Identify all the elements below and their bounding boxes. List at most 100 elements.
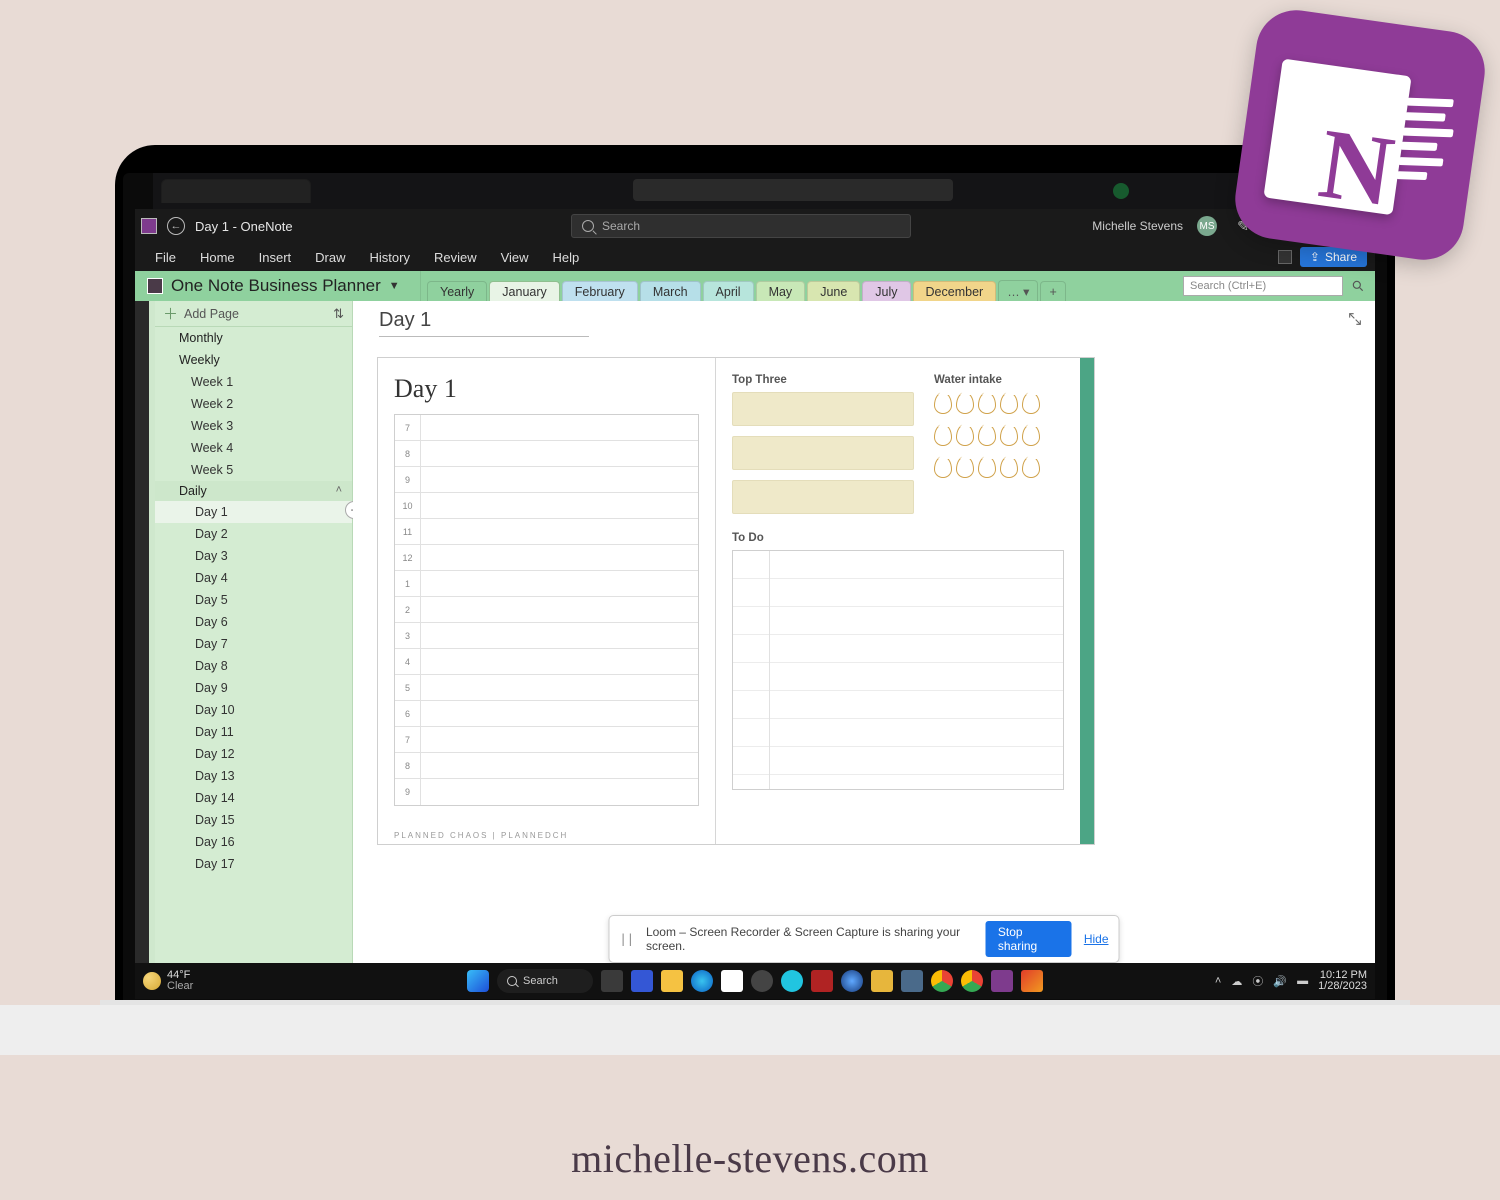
app-icon-4[interactable]: [811, 970, 833, 992]
page-day-9[interactable]: Day 9: [155, 677, 352, 699]
top-three-3[interactable]: [732, 480, 914, 514]
expand-canvas-icon[interactable]: [1347, 311, 1363, 327]
page-week-4[interactable]: Week 4: [155, 437, 352, 459]
pause-icon[interactable]: ||: [620, 932, 634, 946]
tab-june[interactable]: June: [807, 281, 860, 302]
taskbar-clock[interactable]: 10:12 PM 1/28/2023: [1318, 970, 1367, 992]
hide-share-bar-link[interactable]: Hide: [1084, 932, 1109, 946]
schedule-row[interactable]: 1: [395, 571, 698, 597]
water-drop-icon[interactable]: [1000, 392, 1018, 414]
tab-july[interactable]: July: [862, 281, 910, 302]
schedule-row[interactable]: 7: [395, 727, 698, 753]
menu-file[interactable]: File: [143, 246, 188, 269]
page-group-daily[interactable]: Daily˄: [155, 481, 352, 501]
page-canvas[interactable]: Day 1 Day 1 789101112123456789 Top T: [353, 301, 1375, 963]
page-day-15[interactable]: Day 15: [155, 809, 352, 831]
app-icon-6[interactable]: [871, 970, 893, 992]
water-drop-icon[interactable]: [1000, 424, 1018, 446]
water-drop-icon[interactable]: [956, 456, 974, 478]
schedule-row[interactable]: 11: [395, 519, 698, 545]
water-drop-icon[interactable]: [956, 424, 974, 446]
onenote-taskbar-icon[interactable]: [991, 970, 1013, 992]
calculator-icon[interactable]: [901, 970, 923, 992]
tab-april[interactable]: April: [703, 281, 754, 302]
page-day-10[interactable]: Day 10: [155, 699, 352, 721]
schedule-row[interactable]: 9: [395, 467, 698, 493]
schedule-grid[interactable]: 789101112123456789: [394, 414, 699, 806]
schedule-row[interactable]: 5: [395, 675, 698, 701]
global-search-input[interactable]: Search: [571, 214, 911, 238]
water-row-1[interactable]: [934, 392, 1064, 414]
tab-january[interactable]: January: [489, 281, 559, 302]
tab-december[interactable]: December: [913, 281, 997, 302]
water-drop-icon[interactable]: [1022, 392, 1040, 414]
menu-review[interactable]: Review: [422, 246, 489, 269]
app-icon-2[interactable]: [751, 970, 773, 992]
page-day-11[interactable]: Day 11: [155, 721, 352, 743]
menu-help[interactable]: Help: [541, 246, 592, 269]
page-day-1[interactable]: Day 1: [155, 501, 352, 523]
planner-template[interactable]: Day 1 789101112123456789 Top Three: [377, 357, 1095, 845]
page-day-16[interactable]: Day 16: [155, 831, 352, 853]
page-week-2[interactable]: Week 2: [155, 393, 352, 415]
page-day-8[interactable]: Day 8: [155, 655, 352, 677]
battery-icon[interactable]: ▬: [1297, 975, 1308, 987]
schedule-row[interactable]: 10: [395, 493, 698, 519]
app-icon-7[interactable]: [1021, 970, 1043, 992]
add-section-button[interactable]: +: [1040, 281, 1065, 302]
top-three-1[interactable]: [732, 392, 914, 426]
page-day-6[interactable]: Day 6: [155, 611, 352, 633]
page-day-13[interactable]: Day 13: [155, 765, 352, 787]
collapsed-nav-gutter[interactable]: [135, 301, 149, 963]
notebook-picker[interactable]: One Note Business Planner ▼: [135, 271, 421, 301]
page-day-5[interactable]: Day 5: [155, 589, 352, 611]
wifi-icon[interactable]: ⦿: [1252, 973, 1263, 989]
water-drop-icon[interactable]: [1022, 456, 1040, 478]
page-list[interactable]: MonthlyWeeklyWeek 1Week 2Week 3Week 4Wee…: [155, 327, 352, 963]
page-day-7[interactable]: Day 7: [155, 633, 352, 655]
app-icon-1[interactable]: [631, 970, 653, 992]
top-three-2[interactable]: [732, 436, 914, 470]
water-row-2[interactable]: [934, 424, 1064, 446]
water-drop-icon[interactable]: [934, 424, 952, 446]
todo-area[interactable]: [732, 550, 1064, 790]
onedrive-icon[interactable]: ☁: [1231, 975, 1242, 988]
schedule-row[interactable]: 12: [395, 545, 698, 571]
menu-view[interactable]: View: [489, 246, 541, 269]
schedule-row[interactable]: 8: [395, 441, 698, 467]
taskview-icon[interactable]: [601, 970, 623, 992]
store-icon[interactable]: [721, 970, 743, 992]
start-button[interactable]: [467, 970, 489, 992]
page-title[interactable]: Day 1: [379, 309, 589, 337]
tab-february[interactable]: February: [562, 281, 638, 302]
schedule-row[interactable]: 4: [395, 649, 698, 675]
tab-yearly[interactable]: Yearly: [427, 281, 487, 302]
app-icon-3[interactable]: [781, 970, 803, 992]
page-day-12[interactable]: Day 12: [155, 743, 352, 765]
tab-march[interactable]: March: [640, 281, 701, 302]
page-week-5[interactable]: Week 5: [155, 459, 352, 481]
volume-icon[interactable]: 🔊: [1273, 975, 1287, 988]
tabs-overflow[interactable]: … ▾: [998, 280, 1038, 302]
page-monthly[interactable]: Monthly: [155, 327, 352, 349]
app-icon-5[interactable]: [841, 970, 863, 992]
water-drop-icon[interactable]: [978, 392, 996, 414]
stop-sharing-button[interactable]: Stop sharing: [986, 921, 1072, 957]
sort-pages-icon[interactable]: ⇅: [333, 306, 344, 322]
taskbar-search[interactable]: Search: [497, 969, 593, 993]
top-three-boxes[interactable]: [732, 392, 914, 514]
signed-in-user[interactable]: Michelle Stevens: [1092, 219, 1183, 233]
water-row-3[interactable]: [934, 456, 1064, 478]
schedule-row[interactable]: 8: [395, 753, 698, 779]
water-drop-icon[interactable]: [956, 392, 974, 414]
water-drop-icon[interactable]: [978, 424, 996, 446]
chrome-icon-2[interactable]: [961, 970, 983, 992]
water-drop-icon[interactable]: [1022, 424, 1040, 446]
schedule-row[interactable]: 3: [395, 623, 698, 649]
schedule-row[interactable]: 2: [395, 597, 698, 623]
schedule-row[interactable]: 7: [395, 415, 698, 441]
page-day-2[interactable]: Day 2: [155, 523, 352, 545]
water-drop-icon[interactable]: [1000, 456, 1018, 478]
page-weekly[interactable]: Weekly: [155, 349, 352, 371]
page-day-4[interactable]: Day 4: [155, 567, 352, 589]
